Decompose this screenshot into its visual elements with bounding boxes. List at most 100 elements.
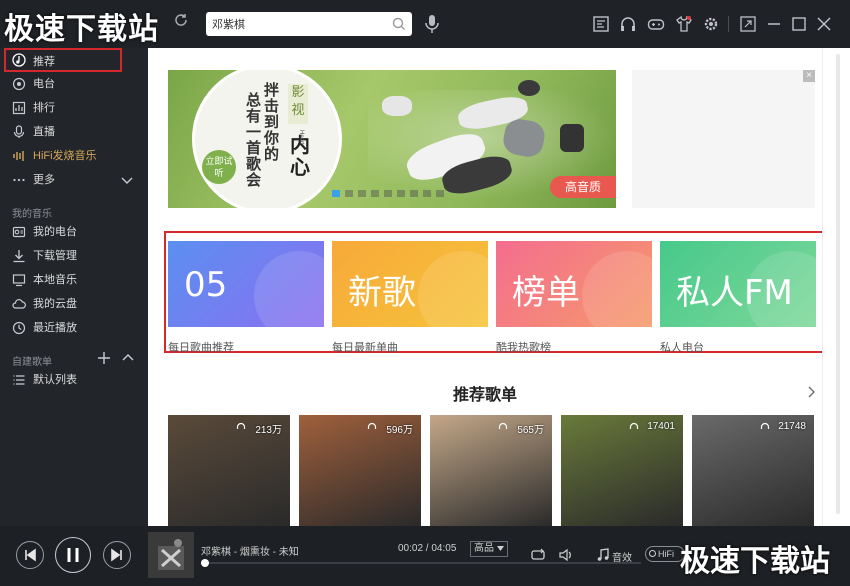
mini-mode-icon[interactable] [739, 15, 757, 33]
search-input[interactable] [212, 12, 392, 36]
playlist-card[interactable]: 17401 [561, 415, 683, 526]
listen-now-button[interactable]: 立即试听 [202, 150, 236, 184]
sidebar-item-radio[interactable]: 电台 [0, 72, 148, 96]
album-cover[interactable] [148, 532, 194, 578]
card-caption[interactable]: 酷我热歌榜 [496, 339, 551, 355]
hifi-label: HiFi [658, 549, 674, 559]
playlist-card[interactable]: 213万 [168, 415, 290, 526]
album-art-icon [158, 539, 184, 570]
sidebar-item-recommend[interactable]: 推荐 [4, 48, 122, 72]
card-label: 榜单 [512, 273, 580, 313]
playlist-card[interactable]: 596万 [299, 415, 421, 526]
track-title[interactable]: 邓紫棋 - 烟熏妆 - 未知 [201, 543, 299, 558]
banner-dot[interactable] [397, 190, 405, 197]
play-count: 17401 [647, 421, 675, 432]
sidebar-item-label: 下载管理 [33, 250, 77, 262]
hifi-wave-icon [13, 151, 24, 161]
banner-dot[interactable] [410, 190, 418, 197]
banner-dot[interactable] [423, 190, 431, 197]
progress-knob[interactable] [201, 559, 209, 567]
card-caption[interactable]: 每日歌曲推荐 [168, 339, 234, 355]
tshirt-icon[interactable] [675, 15, 693, 33]
search-icon[interactable] [392, 17, 406, 31]
banner-dot[interactable] [384, 190, 392, 197]
sidebar-item-label: 我的云盘 [33, 298, 77, 310]
sidebar-item-recent[interactable]: 最近播放 [0, 316, 148, 340]
sound-effect-label[interactable]: 音效 [612, 549, 632, 564]
sidebar-item-cloud-disk[interactable]: 我的云盘 [0, 292, 148, 316]
sidebar-item-my-radio[interactable]: 我的电台 [0, 220, 148, 244]
quality-select[interactable]: 高品 [470, 541, 508, 557]
card-new-songs[interactable]: 新歌 [332, 241, 488, 327]
track-time: 00:02 / 04:05 [398, 543, 457, 554]
loop-mode-icon[interactable] [530, 547, 546, 563]
banner-dot[interactable] [345, 190, 353, 197]
banner-figure [518, 80, 540, 96]
sidebar-item-live[interactable]: 直播 [0, 120, 148, 144]
card-label: 私人FM [676, 273, 793, 313]
card-private-fm[interactable]: 私人FM [660, 241, 816, 327]
minimize-icon[interactable] [765, 15, 783, 33]
chevron-down-icon[interactable] [120, 173, 134, 187]
card-decoration [254, 251, 324, 327]
banner-side-word: Heart [298, 130, 304, 145]
card-label: 05 [184, 265, 228, 305]
headphones-icon [236, 422, 246, 429]
voice-search-icon[interactable] [424, 14, 440, 34]
banner-headline: 拌击到你的 [264, 81, 280, 163]
next-icon [111, 548, 122, 562]
gamepad-icon[interactable] [647, 15, 665, 33]
card-caption[interactable]: 私人电台 [660, 339, 704, 355]
sidebar-item-default-list[interactable]: 默认列表 [0, 368, 148, 392]
quality-label: 高品 [474, 543, 494, 554]
banner-dot[interactable] [371, 190, 379, 197]
toggle-dot [649, 550, 656, 557]
banner-dot[interactable] [358, 190, 366, 197]
headphones-icon [498, 422, 508, 429]
play-count: 565万 [517, 425, 544, 436]
sidebar-item-label: 更多 [33, 174, 55, 186]
card-caption[interactable]: 每日最新单曲 [332, 339, 398, 355]
progress-bar[interactable] [201, 559, 641, 567]
scrollbar[interactable] [822, 48, 850, 526]
banner-dot[interactable] [332, 190, 340, 197]
pause-button[interactable] [55, 537, 91, 573]
card-daily-recommend[interactable]: 05 [168, 241, 324, 327]
sidebar-item-label: HiFi发烧音乐 [33, 150, 97, 162]
chevron-up-icon[interactable] [121, 351, 135, 365]
previous-button[interactable] [16, 541, 44, 569]
playlist-card[interactable]: 565万 [430, 415, 552, 526]
sidebar-item-rank[interactable]: 排行 [0, 96, 148, 120]
close-icon[interactable]: × [803, 70, 815, 82]
refresh-icon[interactable] [170, 12, 192, 34]
search-box[interactable] [206, 12, 412, 36]
playlist-card[interactable]: 21748 [692, 415, 814, 526]
chevron-right-icon[interactable] [806, 386, 816, 398]
promo-banner[interactable]: 拌击到你的 总有一首歌会 内心 影视 Heart 立即试听 高音质 [168, 70, 616, 208]
headphones-icon [367, 422, 377, 429]
sidebar-item-downloads[interactable]: 下载管理 [0, 244, 148, 268]
music-note-disc-icon [12, 53, 26, 67]
maximize-icon[interactable] [790, 15, 808, 33]
sidebar-item-more[interactable]: 更多 [0, 168, 148, 192]
sidebar-item-local-music[interactable]: 本地音乐 [0, 268, 148, 292]
close-icon[interactable] [815, 15, 833, 33]
ad-slot: × [632, 70, 815, 208]
sound-effect-icon[interactable] [595, 547, 611, 563]
skin-icon[interactable] [592, 15, 610, 33]
sidebar-item-label: 推荐 [33, 56, 55, 68]
add-playlist-icon[interactable] [97, 351, 111, 365]
card-decoration [582, 251, 652, 327]
download-icon [13, 250, 25, 263]
hifi-toggle[interactable]: HiFi [645, 546, 685, 562]
headphones-icon[interactable] [619, 15, 637, 33]
banner-dot[interactable] [436, 190, 444, 197]
play-count: 213万 [255, 425, 282, 436]
settings-gear-icon[interactable] [702, 15, 720, 33]
volume-icon[interactable] [558, 547, 574, 563]
sidebar-item-hifi[interactable]: HiFi发烧音乐 [0, 144, 148, 168]
card-charts[interactable]: 榜单 [496, 241, 652, 327]
banner-pagination[interactable] [332, 188, 449, 197]
scrollbar-thumb[interactable] [836, 54, 840, 514]
next-button[interactable] [103, 541, 131, 569]
